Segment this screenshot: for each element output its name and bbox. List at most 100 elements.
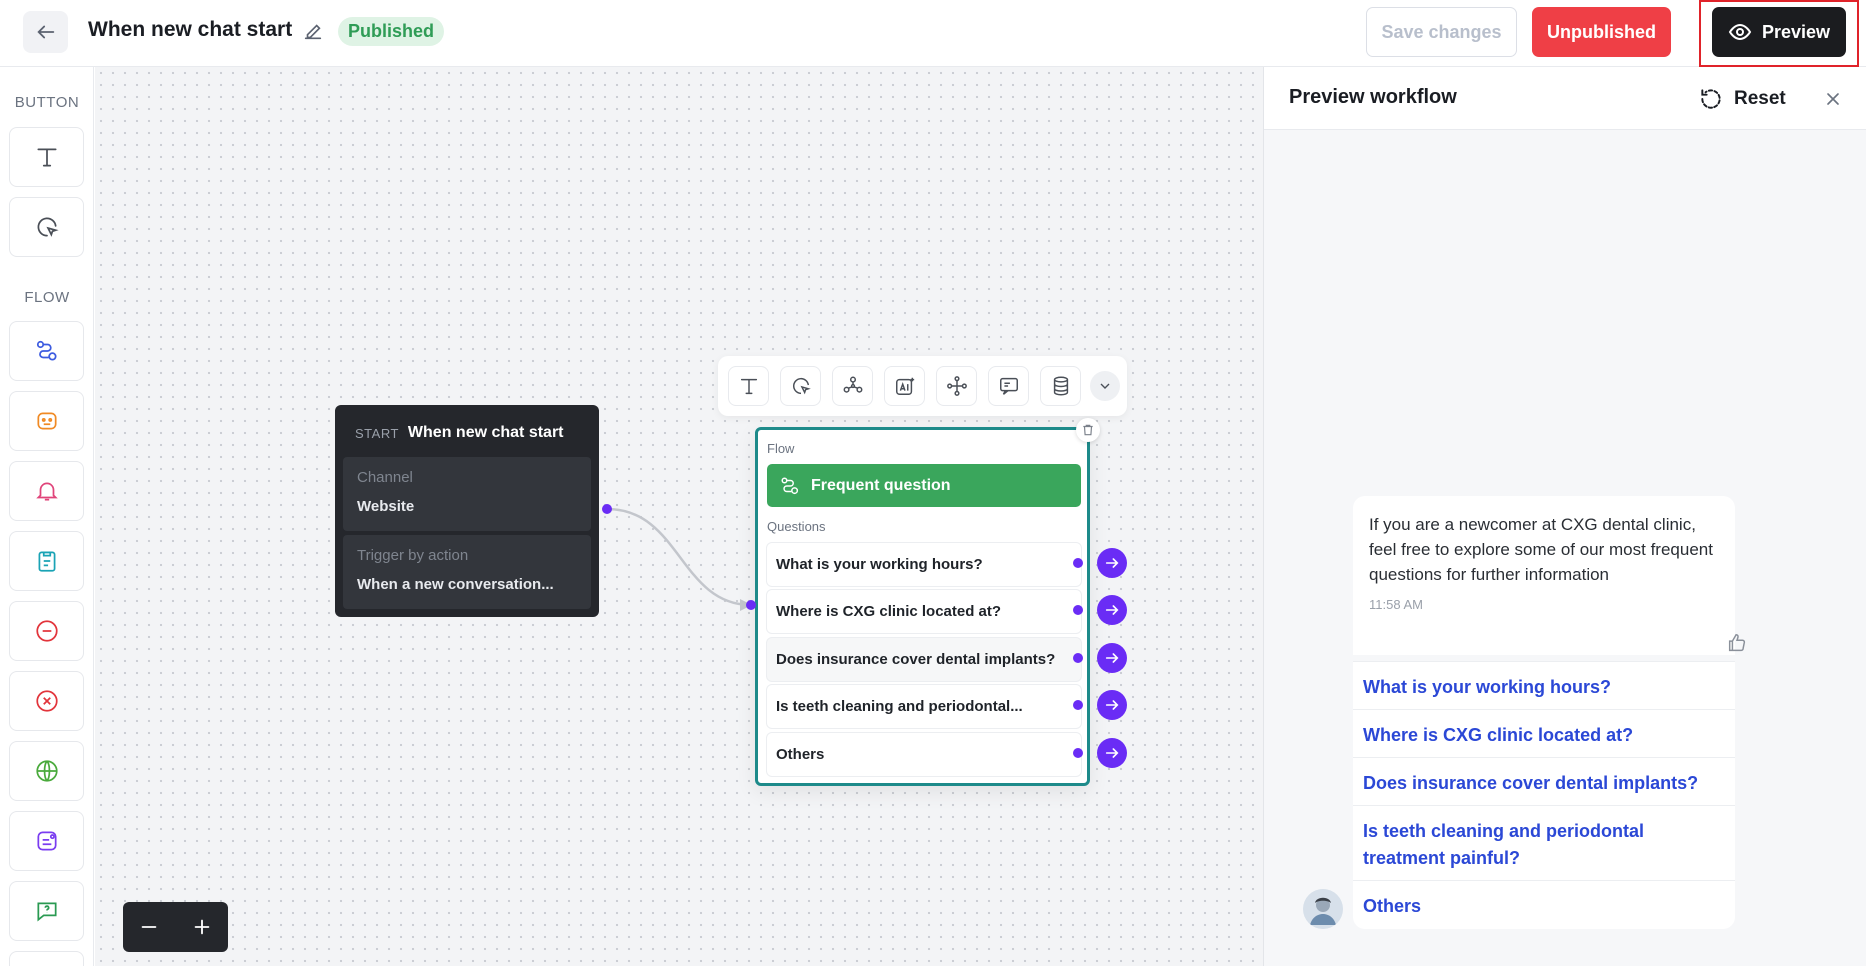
arrow-left-icon [36, 25, 54, 39]
flow-tool[interactable] [9, 321, 84, 381]
unpublish-button[interactable]: Unpublished [1532, 7, 1671, 57]
text-tool[interactable] [9, 127, 84, 187]
go-to-step-button[interactable] [1097, 548, 1127, 578]
pointer-click-icon [37, 217, 59, 237]
status-badge: Published [338, 17, 445, 46]
arrow-right-icon [1105, 653, 1119, 663]
node-toolbox: BUTTON FLOW [0, 67, 94, 966]
quick-reply-option[interactable]: Does insurance cover dental implants? [1353, 757, 1735, 806]
stop-tool[interactable] [9, 601, 84, 661]
question-port[interactable] [1073, 558, 1083, 568]
branch-icon [843, 376, 862, 393]
text-tool-icon [36, 148, 57, 167]
start-node-header: START When new chat start [343, 413, 591, 453]
reset-label: Reset [1734, 88, 1786, 109]
trigger-value: When a new conversation... [357, 576, 554, 593]
end-tool[interactable] [9, 671, 84, 731]
question-item[interactable]: What is your working hours? [767, 543, 1081, 586]
channel-block: Channel Website [343, 457, 591, 531]
question-port[interactable] [1073, 748, 1083, 758]
delete-node-button[interactable] [1076, 418, 1100, 442]
start-output-port[interactable] [602, 504, 612, 514]
database-icon [1053, 376, 1068, 396]
ai-icon [895, 377, 914, 395]
question-item[interactable]: Is teeth cleaning and periodontal... [767, 685, 1081, 728]
help-tool[interactable] [9, 881, 84, 941]
quick-reply-option[interactable]: Others [1353, 880, 1735, 929]
flow-input-port[interactable] [746, 600, 756, 610]
bot-tool[interactable] [9, 391, 84, 451]
preview-panel-title: Preview workflow [1289, 86, 1457, 108]
ai-chat-icon [36, 831, 57, 851]
flow-section-label: Flow [767, 441, 795, 456]
reset-button[interactable]: Reset [1698, 86, 1786, 112]
toolbar-branch-button[interactable] [832, 366, 873, 406]
question-item[interactable]: Where is CXG clinic located at? [767, 590, 1081, 633]
x-circle-icon [35, 690, 58, 712]
click-tool[interactable] [9, 197, 84, 257]
frequent-question-node[interactable]: Flow Frequent question Questions What is… [755, 427, 1090, 786]
quick-reply-option[interactable]: What is your working hours? [1353, 661, 1735, 710]
go-to-step-button[interactable] [1097, 643, 1127, 673]
question-item[interactable]: Does insurance cover dental implants? [767, 638, 1081, 681]
toolbar-integration-button[interactable] [936, 366, 977, 406]
toolbar-click-button[interactable] [780, 366, 821, 406]
globe-icon [35, 760, 58, 782]
toolbar-chat-button[interactable] [988, 366, 1029, 406]
zoom-control [123, 902, 228, 952]
minus-circle-icon [35, 620, 58, 642]
quick-reply-option[interactable]: Is teeth cleaning and periodontal treatm… [1353, 805, 1735, 881]
ai-tool[interactable] [9, 811, 84, 871]
reset-icon [1701, 89, 1721, 109]
toolbar-ai-button[interactable] [884, 366, 925, 406]
save-changes-button[interactable]: Save changes [1366, 7, 1517, 57]
go-to-step-button[interactable] [1097, 595, 1127, 625]
start-tag: START [355, 425, 399, 441]
question-port[interactable] [1073, 700, 1083, 710]
flow-icon [36, 340, 57, 361]
agent-avatar-icon [1303, 889, 1343, 929]
preview-button[interactable]: Preview [1712, 7, 1846, 57]
eye-icon [1728, 23, 1752, 41]
flow-icon [781, 476, 799, 494]
question-item[interactable]: Others [767, 733, 1081, 776]
channel-label: Channel [357, 469, 413, 486]
questions-label: Questions [767, 519, 826, 534]
chat-icon [999, 377, 1018, 395]
arrow-right-icon [1105, 700, 1119, 710]
trigger-label: Trigger by action [357, 547, 469, 564]
preview-button-label: Preview [1761, 21, 1831, 42]
close-icon[interactable] [1823, 89, 1843, 109]
start-node[interactable]: START When new chat start Channel Websit… [335, 405, 599, 617]
zoom-out-icon[interactable] [138, 916, 160, 938]
arrow-right-icon [1105, 748, 1119, 758]
flow-name-banner: Frequent question [767, 464, 1081, 507]
section-button-label: BUTTON [14, 94, 80, 111]
quick-reply-option[interactable]: Where is CXG clinic located at? [1353, 709, 1735, 758]
bell-icon [35, 482, 58, 501]
bot-message-text: If you are a newcomer at CXG dental clin… [1369, 515, 1713, 584]
trash-icon [1083, 424, 1093, 436]
toolbar-database-button[interactable] [1040, 366, 1081, 406]
zoom-in-icon[interactable] [191, 916, 213, 938]
section-flow-label: FLOW [24, 289, 70, 306]
workflow-title: When new chat start [88, 18, 293, 41]
question-port[interactable] [1073, 653, 1083, 663]
toolbar-text-button[interactable] [728, 366, 769, 406]
back-button[interactable] [23, 11, 68, 53]
pencil-icon[interactable] [302, 20, 324, 42]
go-to-step-button[interactable] [1097, 738, 1127, 768]
click-icon [792, 377, 811, 395]
web-tool[interactable] [9, 741, 84, 801]
node-toolbar [718, 356, 1127, 416]
toolbar-more-button[interactable] [1090, 371, 1120, 401]
question-port[interactable] [1073, 605, 1083, 615]
integration-icon [946, 376, 967, 396]
help-chat-icon [36, 902, 57, 922]
clipboard-icon [38, 551, 55, 572]
more-tool[interactable] [9, 951, 84, 966]
thumbs-up-icon[interactable] [1726, 632, 1748, 654]
form-tool[interactable] [9, 531, 84, 591]
go-to-step-button[interactable] [1097, 690, 1127, 720]
notify-tool[interactable] [9, 461, 84, 521]
